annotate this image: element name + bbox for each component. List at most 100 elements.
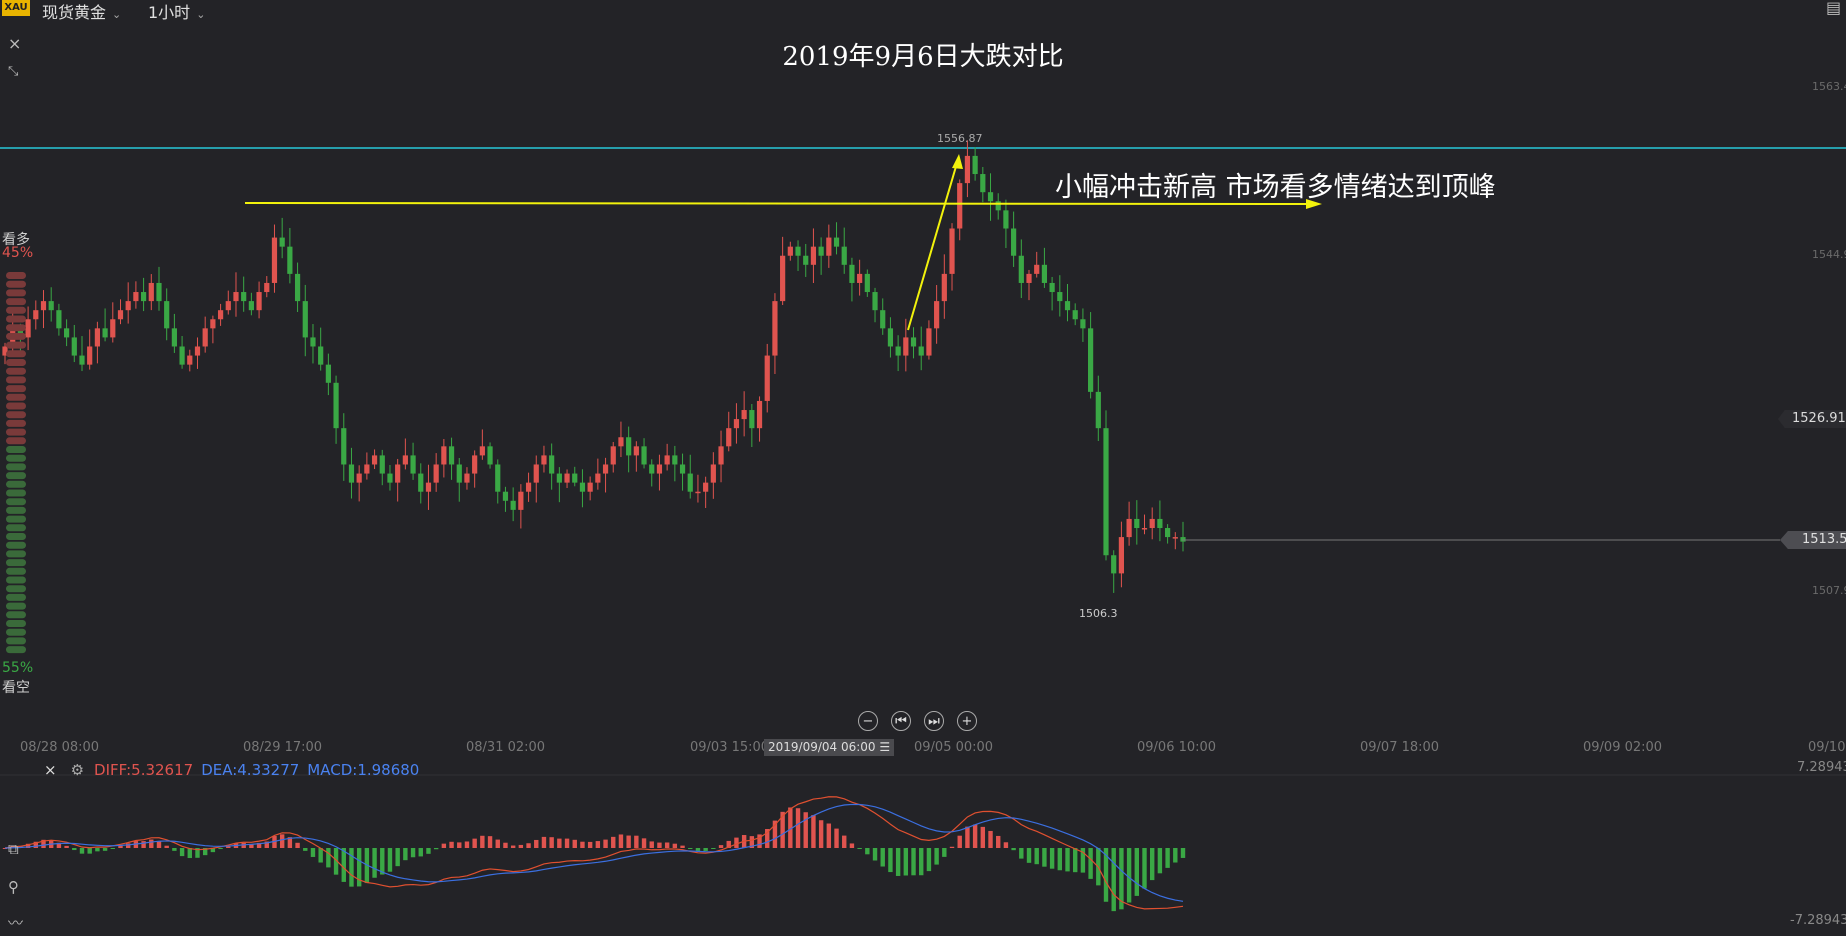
candle-body	[641, 446, 647, 465]
candle-body	[1072, 310, 1078, 320]
macd-histogram-bar	[587, 841, 593, 848]
candle-body	[33, 310, 39, 320]
candle-body	[171, 328, 177, 347]
macd-value: MACD:1.98680	[307, 761, 420, 779]
macd-histogram-bar	[957, 835, 962, 848]
candle-body	[356, 473, 362, 483]
candle-body	[472, 455, 478, 474]
sentiment-segment	[6, 498, 26, 506]
macd-histogram-bar	[1150, 848, 1155, 881]
sentiment-segment	[6, 602, 26, 610]
zoom-out-button[interactable]: −	[858, 711, 878, 731]
cursor-time-label: 2019/09/04 06:00 ☰	[764, 739, 895, 756]
close-macd-icon[interactable]: ×	[44, 761, 57, 779]
candle-body	[156, 282, 162, 302]
macd-histogram-bar	[349, 848, 354, 887]
macd-histogram-bar	[1065, 848, 1070, 872]
candle-body	[294, 273, 301, 302]
macd-histogram-bar	[1034, 848, 1039, 865]
sentiment-bar	[6, 272, 26, 654]
bear-label: 看空	[2, 680, 30, 696]
sentiment-segment	[6, 437, 26, 445]
candle-body	[87, 346, 93, 365]
indicator-icon[interactable]: ⧉	[8, 840, 19, 858]
macd-histogram-bar	[418, 848, 423, 857]
candle-body	[310, 337, 316, 347]
sentiment-segment	[6, 550, 26, 558]
macd-histogram-bar	[580, 841, 585, 848]
candle-body	[148, 282, 154, 302]
candle-body	[1034, 264, 1040, 274]
candle-body	[71, 337, 77, 356]
pulse-icon[interactable]: 〰	[8, 912, 23, 933]
macd-histogram-bar	[919, 848, 924, 876]
sentiment-segment	[6, 620, 26, 627]
macd-histogram-bar	[857, 848, 862, 849]
settings-gear-icon[interactable]: ⚙	[71, 761, 84, 779]
zoom-in-button[interactable]: +	[957, 711, 977, 731]
macd-histogram-bar	[1165, 848, 1170, 868]
price-tick: 1544.97	[1812, 248, 1846, 261]
candle-body	[194, 346, 201, 356]
macd-histogram-bar	[64, 845, 69, 848]
sentiment-segment	[6, 446, 26, 453]
sentiment-segment	[6, 272, 26, 279]
crosshair-price-label: 1526.91	[1792, 411, 1846, 426]
macd-histogram-bar	[872, 848, 878, 861]
candle-body	[56, 310, 62, 329]
candle-body	[633, 446, 639, 456]
candle-body	[1180, 537, 1186, 542]
drawing-tool-icon[interactable]: ⚲	[8, 878, 19, 896]
macd-histogram-bar	[1011, 848, 1016, 851]
chart-canvas[interactable]	[0, 0, 1846, 936]
candle-body	[179, 346, 185, 365]
candle-body	[133, 292, 139, 302]
sentiment-segment	[6, 359, 26, 366]
candle-body	[1041, 264, 1048, 283]
macd-diff: DIFF:5.32617	[94, 761, 194, 779]
candle-body	[525, 482, 532, 492]
macd-histogram-bar	[703, 848, 708, 851]
candle-body	[348, 464, 355, 483]
candle-body	[479, 446, 485, 456]
macd-histogram-bar	[95, 848, 100, 852]
sentiment-segment	[6, 515, 26, 523]
candle-body	[202, 328, 208, 347]
candle-body	[1126, 518, 1132, 538]
menu-icon[interactable]: ☰	[879, 740, 890, 754]
jump-end-button[interactable]: ⏭	[924, 711, 944, 731]
candle-body	[864, 273, 870, 293]
macd-histogram-bar	[711, 848, 716, 849]
macd-histogram-bar	[495, 839, 500, 848]
time-tick: 08/29 17:00	[243, 740, 323, 755]
sentiment-segment	[6, 350, 26, 358]
macd-histogram-bar	[341, 848, 346, 882]
sentiment-segment	[6, 628, 26, 636]
candle-body	[887, 328, 894, 347]
candle-body	[441, 446, 447, 465]
candle-body	[271, 237, 278, 283]
macd-histogram-bar	[988, 830, 993, 848]
candle-body	[248, 301, 254, 311]
candle-body	[964, 155, 971, 184]
macd-histogram-bar	[1088, 848, 1093, 879]
jump-start-button[interactable]: ⏮	[891, 711, 911, 731]
macd-histogram-bar	[996, 835, 1001, 848]
price-tick: 1563.48	[1812, 80, 1846, 93]
macd-legend: × ⚙ DIFF:5.32617 DEA:4.33277 MACD:1.98680	[44, 761, 427, 779]
macd-axis-bottom: -7.28943	[1790, 913, 1846, 928]
macd-histogram-bar	[795, 808, 801, 848]
macd-histogram-bar	[834, 828, 839, 848]
macd-histogram-bar	[926, 848, 932, 872]
sentiment-segment	[6, 454, 26, 462]
macd-histogram-bar	[480, 835, 485, 848]
sentiment-segment	[6, 576, 26, 584]
candle-body	[433, 464, 439, 483]
candle-body	[972, 155, 978, 175]
candle-body	[849, 264, 855, 283]
macd-histogram-bar	[911, 848, 916, 876]
macd-histogram-bar	[1019, 848, 1024, 859]
low-label: 1506.3	[1079, 607, 1118, 620]
macd-histogram-bar	[657, 842, 662, 848]
candle-body	[764, 355, 770, 401]
